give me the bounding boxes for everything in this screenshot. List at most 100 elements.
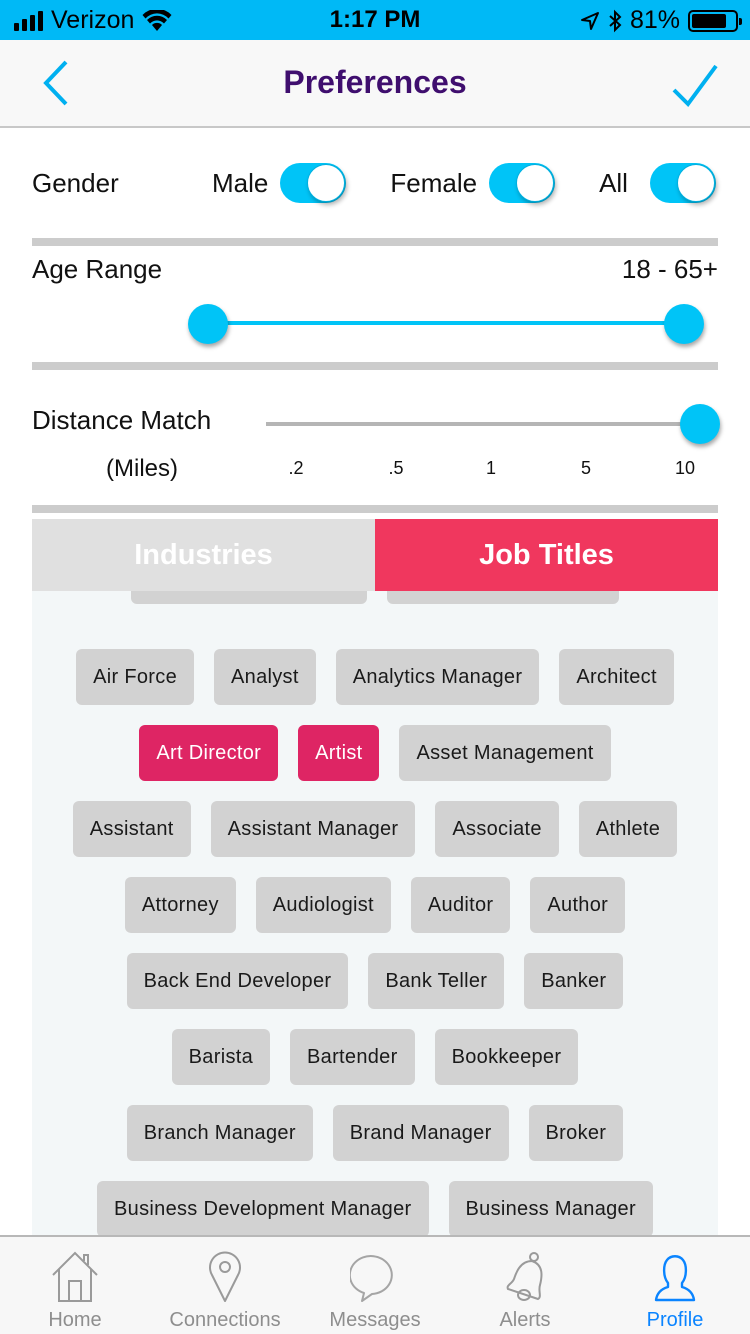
gender-label: Gender xyxy=(32,167,119,198)
distance-label: Distance Match xyxy=(32,405,212,435)
age-range-slider[interactable] xyxy=(188,304,704,344)
tabbar-home-label: Home xyxy=(48,1309,102,1331)
location-pin-icon xyxy=(209,1251,241,1302)
tabbar-messages[interactable]: Messages xyxy=(300,1237,450,1334)
chip-row: Air Force Analyst Analytics Manager Archite… xyxy=(32,649,718,705)
job-title-chip[interactable]: Agricultural Manager xyxy=(387,591,619,604)
bell-icon xyxy=(506,1252,543,1301)
job-titles-list[interactable]: Agricultural Engineer Agricultural Manage… xyxy=(32,591,718,1236)
battery-percent: 81% xyxy=(629,6,680,34)
job-title-chip[interactable]: Brand Manager xyxy=(332,1105,509,1161)
chip-row: Business Development Manager Business Man… xyxy=(32,1181,718,1236)
tabbar-alerts[interactable]: Alerts xyxy=(450,1237,600,1334)
job-title-chip[interactable]: Banker xyxy=(524,953,624,1009)
toggle-knob xyxy=(516,164,555,202)
gender-female-toggle[interactable] xyxy=(489,163,556,203)
job-title-chip[interactable]: Bank Teller xyxy=(368,953,505,1009)
age-range-label: Age Range xyxy=(32,254,163,284)
chip-row: Barista Bartender Bookkeeper xyxy=(32,1029,718,1085)
distance-thumb[interactable] xyxy=(680,404,720,444)
job-title-chip[interactable]: Broker xyxy=(528,1105,624,1161)
location-arrow-icon xyxy=(580,11,599,30)
chip-row: Agricultural Engineer Agricultural Manage… xyxy=(32,591,718,604)
distance-tick-label: 5 xyxy=(580,458,592,478)
job-title-chip[interactable]: Asset Management xyxy=(399,725,611,781)
distance-tick-label: 1 xyxy=(485,458,497,478)
gender-all-group: All xyxy=(599,163,716,203)
section-divider xyxy=(32,238,718,246)
gender-all-toggle[interactable] xyxy=(649,163,716,203)
home-icon xyxy=(52,1251,98,1302)
tabbar-home[interactable]: Home xyxy=(0,1237,150,1334)
job-title-chip[interactable]: Art Director xyxy=(139,725,279,781)
page-title: Preferences xyxy=(283,64,467,100)
job-title-chip[interactable]: Analyst xyxy=(214,649,316,705)
gender-male-toggle[interactable] xyxy=(280,163,347,203)
job-title-chip[interactable]: Business Manager xyxy=(448,1181,653,1236)
distance-tick-label: 10 xyxy=(674,458,696,478)
gender-row: Gender Male Female All xyxy=(32,150,718,216)
distance-track xyxy=(266,422,700,426)
job-title-chip[interactable]: Attorney xyxy=(124,877,236,933)
tab-industries[interactable]: Industries xyxy=(32,519,375,591)
category-tabs: Industries Job Titles xyxy=(32,519,718,591)
battery-level xyxy=(692,13,727,28)
speech-bubble-icon xyxy=(350,1255,393,1302)
tabbar-profile[interactable]: Profile xyxy=(600,1237,750,1334)
job-title-chip[interactable]: Audiologist xyxy=(255,877,391,933)
save-button[interactable] xyxy=(670,62,720,108)
age-range-value: 18 - 65+ xyxy=(621,254,718,284)
job-title-chip[interactable]: Athlete xyxy=(578,801,678,857)
job-title-chip[interactable]: Author xyxy=(530,877,626,933)
tabbar-profile-label: Profile xyxy=(646,1309,704,1331)
job-title-chip[interactable]: Branch Manager xyxy=(126,1105,313,1161)
job-title-chip[interactable]: Assistant Manager xyxy=(210,801,416,857)
person-icon xyxy=(654,1255,696,1302)
tabbar-connections-label: Connections xyxy=(169,1309,281,1331)
checkmark-icon xyxy=(672,64,718,108)
chip-row: Assistant Assistant Manager Associate Athle… xyxy=(32,801,718,857)
gender-all-label: All xyxy=(599,167,628,198)
job-title-chip[interactable]: Artist xyxy=(298,725,380,781)
navigation-bar: Preferences xyxy=(0,40,750,128)
chip-row: Attorney Audiologist Auditor Author xyxy=(32,877,718,933)
chip-row: Art Director Artist Asset Management xyxy=(32,725,718,781)
distance-tick-label: .5 xyxy=(388,458,404,478)
age-range-track xyxy=(208,321,684,325)
toggle-knob xyxy=(676,164,715,202)
job-title-chip[interactable]: Business Development Manager xyxy=(97,1181,429,1236)
distance-tick-label: .2 xyxy=(288,458,304,478)
chip-row: Back End Developer Bank Teller Banker xyxy=(32,953,718,1009)
gender-male-label: Male xyxy=(212,167,269,198)
distance-unit-label: (Miles) xyxy=(106,455,178,482)
job-title-chip[interactable]: Agricultural Engineer xyxy=(131,591,367,604)
bluetooth-icon xyxy=(609,9,622,32)
tabbar-alerts-label: Alerts xyxy=(499,1309,551,1331)
status-bar: Verizon 1:17 PM 81% xyxy=(0,0,750,40)
age-min-thumb[interactable] xyxy=(188,304,228,344)
tabbar-messages-label: Messages xyxy=(329,1309,421,1331)
gender-male-group: Male xyxy=(212,163,347,203)
job-title-chip[interactable]: Auditor xyxy=(410,877,511,933)
battery-icon xyxy=(688,9,742,32)
job-title-chip[interactable]: Barista xyxy=(171,1029,271,1085)
gender-female-group: Female xyxy=(390,163,556,203)
age-max-thumb[interactable] xyxy=(664,304,704,344)
tabbar-connections[interactable]: Connections xyxy=(150,1237,300,1334)
distance-slider[interactable] xyxy=(266,404,720,444)
job-title-chip[interactable]: Architect xyxy=(559,649,674,705)
bottom-tab-bar: Home Connections Messages Alerts Profile xyxy=(0,1235,750,1334)
toggle-knob xyxy=(307,164,346,202)
job-title-chip[interactable]: Analytics Manager xyxy=(335,649,540,705)
chip-row: Branch Manager Brand Manager Broker xyxy=(32,1105,718,1161)
gender-female-label: Female xyxy=(390,167,478,198)
job-title-chip[interactable]: Bartender xyxy=(290,1029,415,1085)
tab-job-titles[interactable]: Job Titles xyxy=(375,519,718,591)
section-divider xyxy=(32,505,718,513)
job-title-chip[interactable]: Bookkeeper xyxy=(434,1029,579,1085)
job-title-chip[interactable]: Air Force xyxy=(76,649,194,705)
job-title-chip[interactable]: Assistant xyxy=(72,801,191,857)
job-title-chip[interactable]: Back End Developer xyxy=(126,953,349,1009)
age-range-row: Age Range 18 - 65+ xyxy=(32,254,718,285)
job-title-chip[interactable]: Associate xyxy=(435,801,559,857)
